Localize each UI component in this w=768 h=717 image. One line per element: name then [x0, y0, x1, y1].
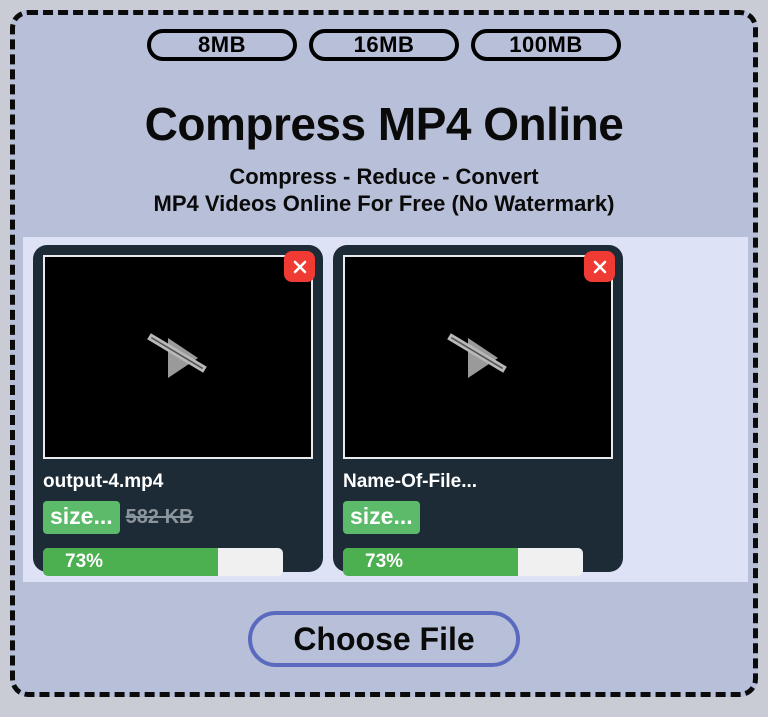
- size-preset-100mb[interactable]: 100MB: [471, 29, 621, 61]
- video-unavailable-icon: [138, 322, 218, 392]
- file-size-row: size... 582 KB: [43, 501, 313, 534]
- size-preset-group: 8MB 16MB 100MB: [15, 29, 753, 61]
- choose-file-row: Choose File: [15, 611, 753, 667]
- upload-dropzone[interactable]: 8MB 16MB 100MB Compress MP4 Online Compr…: [10, 10, 758, 697]
- page-title: Compress MP4 Online: [144, 98, 624, 150]
- progress-fill: 73%: [343, 548, 519, 576]
- file-list: output-4.mp4 size... 582 KB 73% Name-Of-…: [23, 237, 748, 582]
- size-preset-8mb[interactable]: 8MB: [147, 29, 297, 61]
- progress-bar: 73%: [43, 548, 283, 576]
- video-thumbnail[interactable]: [343, 251, 615, 459]
- compressed-size-badge: size...: [343, 501, 420, 534]
- size-preset-label: 8MB: [198, 32, 246, 57]
- video-thumbnail[interactable]: [43, 251, 315, 459]
- original-size: 582 KB: [125, 506, 194, 528]
- progress-label: 73%: [65, 551, 104, 572]
- subtitle-line-2: MP4 Videos Online For Free (No Watermark…: [153, 191, 615, 216]
- compressed-size-badge: size...: [43, 501, 120, 534]
- size-preset-label: 16MB: [353, 32, 415, 57]
- file-card[interactable]: output-4.mp4 size... 582 KB 73%: [33, 245, 323, 576]
- choose-file-button[interactable]: Choose File: [248, 611, 520, 667]
- close-icon[interactable]: [284, 251, 315, 282]
- subtitle-line-1: Compress - Reduce - Convert: [229, 164, 539, 189]
- close-icon[interactable]: [584, 251, 615, 282]
- file-name: output-4.mp4: [43, 471, 164, 492]
- size-preset-label: 100MB: [509, 32, 583, 57]
- page-subtitle: Compress - Reduce - Convert MP4 Videos O…: [15, 163, 753, 217]
- file-name: Name-Of-File...: [343, 471, 478, 492]
- progress-label: 73%: [365, 551, 404, 572]
- progress-fill: 73%: [43, 548, 219, 576]
- file-size-row: size...: [343, 501, 613, 534]
- progress-bar: 73%: [343, 548, 583, 576]
- choose-file-label: Choose File: [293, 620, 475, 657]
- size-preset-16mb[interactable]: 16MB: [309, 29, 459, 61]
- file-card[interactable]: Name-Of-File... size... 73%: [333, 245, 623, 576]
- video-unavailable-icon: [438, 322, 518, 392]
